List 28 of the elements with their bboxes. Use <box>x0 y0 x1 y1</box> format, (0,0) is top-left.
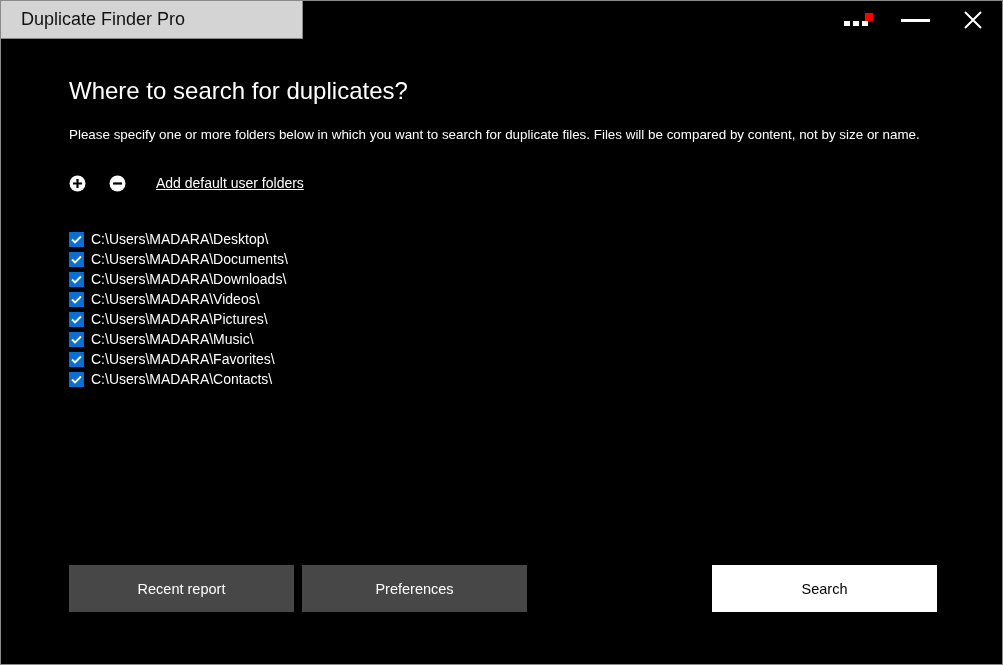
checkbox[interactable] <box>69 271 84 287</box>
primary-button[interactable]: Search <box>712 565 937 612</box>
folder-path: C:\Users\MADARA\Downloads\ <box>91 271 287 287</box>
folder-path: C:\Users\MADARA\Desktop\ <box>91 231 269 247</box>
heading: Where to search for duplicates? <box>69 77 409 105</box>
checkbox[interactable] <box>69 331 84 347</box>
checkbox[interactable] <box>69 371 84 387</box>
secondary-button[interactable]: Recent report <box>69 565 294 612</box>
folder-path: C:\Users\MADARA\Music\ <box>91 331 254 347</box>
remove-icon[interactable] <box>109 174 126 192</box>
checkbox[interactable] <box>69 351 84 367</box>
add-default-folders-link[interactable]: Add default user folders <box>156 175 304 191</box>
minimize-icon[interactable] <box>901 18 930 22</box>
checkbox[interactable] <box>69 231 84 247</box>
add-icon[interactable] <box>69 174 86 192</box>
folder-path: C:\Users\MADARA\Documents\ <box>91 251 288 267</box>
checkbox[interactable] <box>69 251 84 267</box>
folder-path: C:\Users\MADARA\Videos\ <box>91 291 260 307</box>
menu-icon[interactable] <box>844 13 873 27</box>
close-icon[interactable] <box>964 11 982 29</box>
secondary-button[interactable]: Preferences <box>302 565 527 612</box>
folder-path: C:\Users\MADARA\Favorites\ <box>91 351 275 367</box>
folder-path: C:\Users\MADARA\Contacts\ <box>91 371 273 387</box>
checkbox[interactable] <box>69 291 84 307</box>
folder-path: C:\Users\MADARA\Pictures\ <box>91 311 268 327</box>
window-title: Duplicate Finder Pro <box>1 1 303 39</box>
checkbox[interactable] <box>69 311 84 327</box>
description: Please specify one or more folders below in which you want to search for duplicate files. Files will be compared by content, not by size or name. <box>69 126 921 144</box>
